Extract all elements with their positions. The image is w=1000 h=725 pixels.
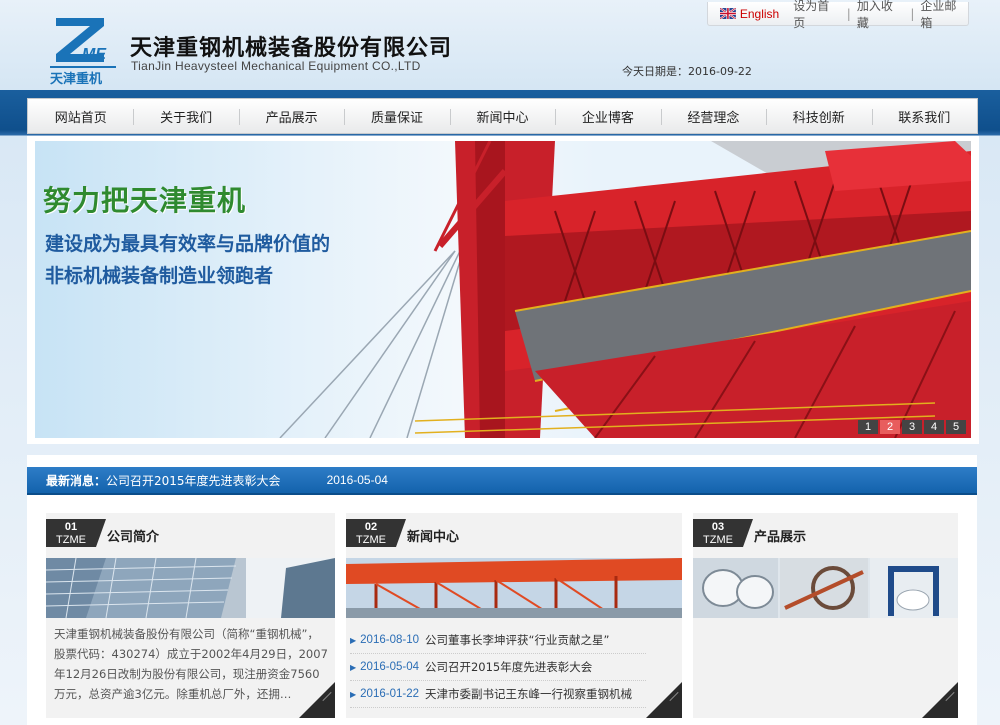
nav-quality[interactable]: 质量保证 (344, 99, 449, 133)
about-summary: 天津重钢机械装备股份有限公司（简称“重钢机械”，股票代码：430274）成立于2… (54, 627, 328, 701)
today-date: 今天日期是：2016-09-22 (622, 65, 752, 78)
bullet-icon: ▶ (350, 662, 357, 672)
about-title[interactable]: 公司简介 (107, 526, 159, 545)
news-list: ▶ 2016-08-10 公司董事长李坤评获“行业贡献之星” ▶ 2016-05… (350, 627, 646, 708)
bullet-icon: ▶ (350, 635, 357, 645)
news-image (346, 558, 682, 618)
about-header: 01 TZME 公司简介 (46, 513, 335, 547)
pager-dot-5[interactable]: 5 (946, 420, 966, 434)
news-item[interactable]: ▶ 2016-08-10 公司董事长李坤评获“行业贡献之星” (350, 627, 646, 654)
banner-container: 努力把天津重机 建设成为最具有效率与品牌价值的 非标机械装备制造业领跑者 1 2… (27, 136, 979, 444)
more-corner-icon[interactable] (646, 682, 682, 718)
products-header: 03 TZME 产品展示 (693, 513, 958, 547)
products-image[interactable] (693, 558, 958, 618)
products-section: 03 TZME 产品展示 (693, 513, 958, 718)
nav-news[interactable]: 新闻中心 (449, 99, 555, 133)
more-corner-icon[interactable] (922, 682, 958, 718)
news-item[interactable]: ▶ 2016-01-22 天津市委副书记王东峰一行视察重钢机械 (350, 681, 646, 708)
pager-dot-4[interactable]: 4 (924, 420, 944, 434)
main-nav: 网站首页 关于我们 产品展示 质量保证 新闻中心 企业博客 经营理念 科技创新 … (27, 98, 978, 134)
set-home-link[interactable]: 设为首页 (793, 0, 841, 31)
logo-icon[interactable]: ME 天津重机 (48, 14, 118, 86)
company-name-cn: 天津重钢机械装备股份有限公司 (130, 36, 453, 61)
banner-slide[interactable]: 努力把天津重机 建设成为最具有效率与品牌价值的 非标机械装备制造业领跑者 1 2… (35, 141, 971, 438)
latest-news-link[interactable]: 公司召开2015年度先进表彰大会 (106, 472, 281, 489)
news-item-title[interactable]: 公司董事长李坤评获“行业贡献之星” (425, 632, 609, 648)
banner-slogan-3: 非标机械装备制造业领跑者 (45, 265, 274, 287)
bullet-icon: ▶ (350, 689, 357, 699)
section-number-tag: 01 TZME (46, 519, 106, 547)
about-section: 01 TZME 公司简介 天津重钢机械装备股份有限公司（简称“重钢机械”，股票代… (46, 513, 335, 718)
about-image (46, 558, 335, 618)
more-corner-icon[interactable] (299, 682, 335, 718)
nav-contact[interactable]: 联系我们 (871, 99, 977, 133)
separator: | (846, 6, 851, 21)
section-number-tag: 02 TZME (346, 519, 406, 547)
svg-text:天津重机: 天津重机 (50, 71, 102, 86)
news-title[interactable]: 新闻中心 (407, 526, 459, 545)
mail-link[interactable]: 企业邮箱 (920, 0, 968, 31)
content-area: 最新消息： 公司召开2015年度先进表彰大会 2016-05-04 01 TZM… (27, 455, 977, 725)
pager-dot-2[interactable]: 2 (880, 420, 900, 434)
news-item-title[interactable]: 天津市委副书记王东峰一行视察重钢机械 (425, 686, 632, 702)
top-links: English 设为首页 | 加入收藏 | 企业邮箱 (707, 0, 969, 30)
news-item-title[interactable]: 公司召开2015年度先进表彰大会 (425, 659, 592, 675)
add-favorite-link[interactable]: 加入收藏 (857, 0, 905, 31)
news-item[interactable]: ▶ 2016-05-04 公司召开2015年度先进表彰大会 (350, 654, 646, 681)
news-item-date: 2016-05-04 (360, 661, 419, 673)
latest-news-date: 2016-05-04 (326, 473, 388, 487)
nav-about[interactable]: 关于我们 (133, 99, 238, 133)
section-number-tag: 03 TZME (693, 519, 753, 547)
news-item-date: 2016-01-22 (360, 688, 419, 700)
banner-slogan-2: 建设成为最具有效率与品牌价值的 (45, 233, 331, 255)
uk-flag-icon[interactable] (720, 8, 736, 19)
company-name-en: TianJin Heavysteel Mechanical Equipment … (131, 59, 421, 73)
site-header: ME 天津重机 天津重钢机械装备股份有限公司 TianJin Heavystee… (0, 0, 1000, 90)
nav-products[interactable]: 产品展示 (238, 99, 344, 133)
pager-dot-1[interactable]: 1 (858, 420, 878, 434)
news-section: 02 TZME 新闻中心 ▶ 2016-08-10 公司董事长李坤评获“行业贡献… (346, 513, 682, 718)
english-link[interactable]: English (740, 7, 779, 21)
products-title[interactable]: 产品展示 (754, 526, 806, 545)
nav-innovation[interactable]: 科技创新 (766, 99, 871, 133)
latest-news-label: 最新消息： (46, 473, 107, 488)
nav-home[interactable]: 网站首页 (28, 99, 133, 133)
nav-philosophy[interactable]: 经营理念 (660, 99, 766, 133)
latest-news-bar: 最新消息： 公司召开2015年度先进表彰大会 2016-05-04 (27, 467, 977, 495)
pager-dot-3[interactable]: 3 (902, 420, 922, 434)
separator: | (910, 6, 915, 21)
banner-slogan-1: 努力把天津重机 (43, 184, 247, 217)
banner-pager: 1 2 3 4 5 (858, 420, 966, 434)
nav-blog[interactable]: 企业博客 (555, 99, 660, 133)
news-header: 02 TZME 新闻中心 (346, 513, 682, 547)
news-item-date: 2016-08-10 (360, 634, 419, 646)
svg-text:ME: ME (82, 46, 107, 63)
